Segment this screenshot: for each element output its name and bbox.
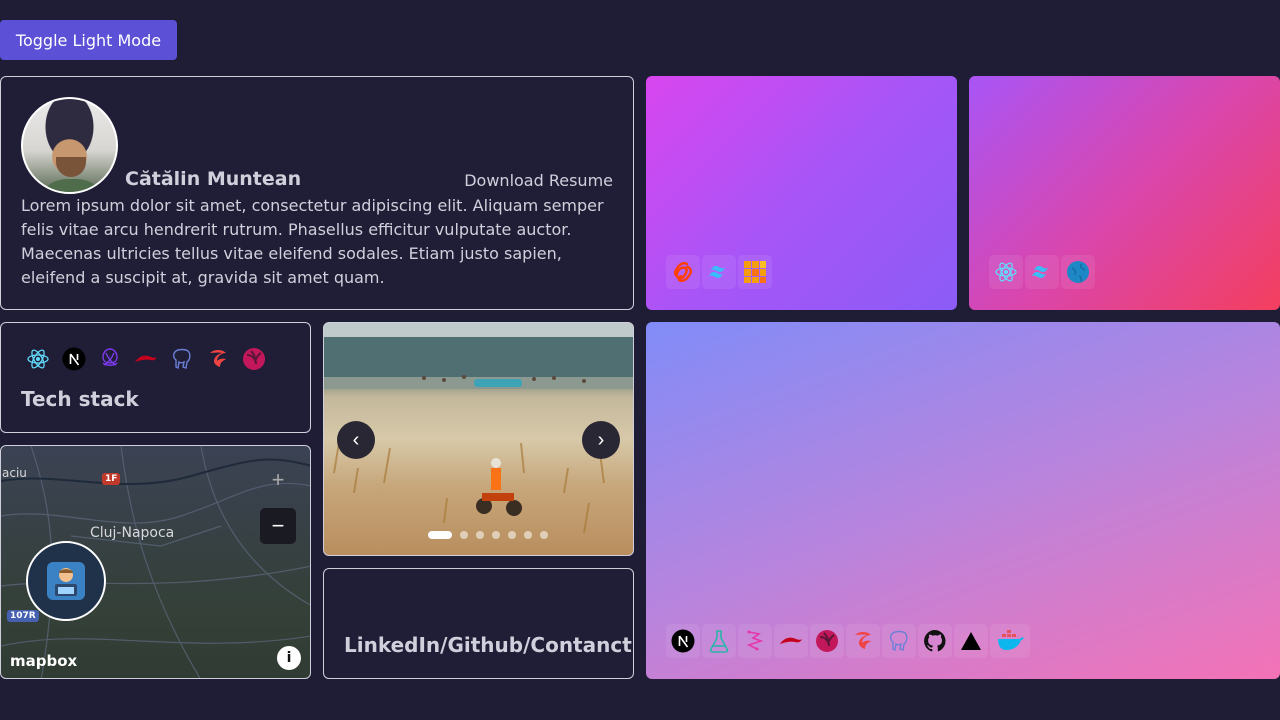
carousel-dot[interactable] [476,531,484,539]
graphql-icon [93,342,127,376]
profile-bio: Lorem ipsum dolor sit amet, consectetur … [21,196,604,287]
nestjs-icon [129,342,163,376]
road-shield-107r: 107R [7,610,39,622]
project-3-icons [666,624,1030,658]
project-card-3[interactable] [646,322,1280,679]
docker-icon [990,624,1030,658]
map-city-label: Cluj-Napoca [90,525,175,541]
avatar [21,97,118,194]
turborepo-icon [201,342,235,376]
carousel-dot[interactable] [540,531,548,539]
profile-card: Cătălin Muntean Download Resume Lorem ip… [0,76,634,310]
vercel-icon [954,624,988,658]
avatar-beard [56,157,86,177]
carousel-prev-button[interactable]: ‹ [337,421,375,459]
carousel-dot[interactable] [508,531,516,539]
avatar-shirt [37,179,107,192]
project-card-1[interactable] [646,76,957,310]
react-icon [21,342,55,376]
mapbox-logo[interactable]: mapbox [10,652,77,670]
graphql-icon [738,624,772,658]
rxjs-icon [237,342,271,376]
rxjs-icon [810,624,844,658]
nextjs-icon [57,342,91,376]
download-resume-link[interactable]: Download Resume [464,171,613,190]
tech-stack-title: Tech stack [21,387,139,411]
flask-icon [702,624,736,658]
carousel-dot[interactable] [460,531,468,539]
social-links-card[interactable]: LinkedIn/Github/Contanct [323,568,634,679]
nestjs-icon [774,624,808,658]
tech-stack-card: Tech stack [0,322,311,433]
tailwind-icon [1025,255,1059,289]
tech-stack-icons [21,342,271,376]
map-card[interactable]: aciu 1F Cluj-Napoca 107R + − mapbox i [0,445,311,679]
map-place-label: aciu [2,466,27,480]
turborepo-icon [846,624,880,658]
tailwind-icon [702,255,736,289]
carousel-dot[interactable] [492,531,500,539]
project-card-2[interactable] [969,76,1280,310]
github-icon [918,624,952,658]
carousel-dots [428,531,548,539]
project-1-icons [666,255,772,289]
zoom-out-button[interactable]: − [260,508,296,544]
grid-icon [738,255,772,289]
postgresql-icon [882,624,916,658]
project-2-icons [989,255,1095,289]
react-icon [989,255,1023,289]
developer-emoji-icon [47,562,85,600]
postgresql-icon [165,342,199,376]
globe-icon [1061,255,1095,289]
map-info-button[interactable]: i [277,646,301,670]
toggle-light-mode-button[interactable]: Toggle Light Mode [0,20,177,60]
svelte-icon [666,255,700,289]
zoom-in-button[interactable]: + [260,462,296,498]
map-location-marker[interactable] [26,541,106,621]
profile-name: Cătălin Muntean [125,168,302,190]
nextjs-icon [666,624,700,658]
photo-carousel-card: ‹ › [323,322,634,556]
social-links-title: LinkedIn/Github/Contanct [344,633,632,657]
road-shield-1f: 1F [102,473,121,485]
carousel-dot[interactable] [524,531,532,539]
carousel-next-button[interactable]: › [582,421,620,459]
carousel-dot[interactable] [428,531,452,539]
